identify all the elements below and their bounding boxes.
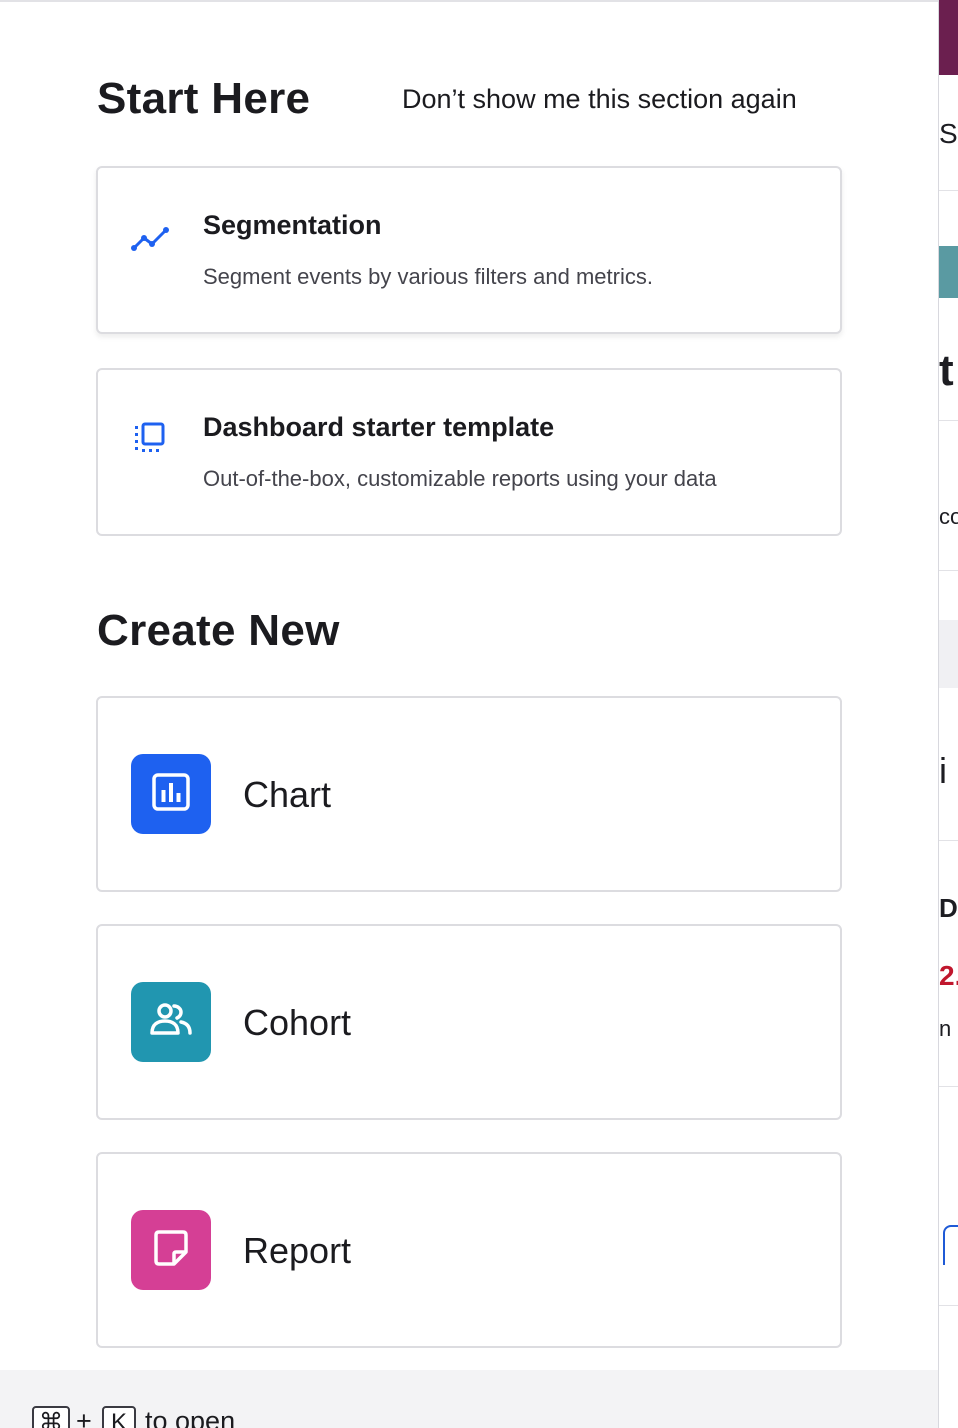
report-tile [131, 1210, 211, 1290]
note-icon [151, 1228, 191, 1273]
shortcut-footer: ⌘ + K to open [0, 1370, 938, 1428]
dashboard-template-title: Dashboard starter template [203, 412, 555, 442]
report-label: Report [243, 1230, 352, 1271]
background-teal-band [939, 246, 958, 298]
line-trend-icon [131, 220, 171, 260]
background-gray-band [939, 620, 958, 688]
background-divider [939, 1086, 958, 1087]
create-panel: Start Here Don’t show me this section ag… [0, 0, 938, 1428]
background-divider [939, 840, 958, 841]
background-app-sliver: S t co i DA 2. n [938, 0, 958, 1428]
background-text-fragment: n [939, 1016, 952, 1041]
background-text-fragment: S [939, 118, 958, 149]
background-text-fragment: co [939, 504, 958, 529]
dashboard-template-icon [131, 420, 171, 460]
dashboard-template-card[interactable]: Dashboard starter template Out-of-the-bo… [96, 368, 842, 536]
background-text-fragment: DA [939, 893, 958, 923]
plus-sign: + [76, 1406, 92, 1428]
shortcut-hint-text: to open [145, 1406, 236, 1428]
k-key: K [102, 1406, 136, 1428]
background-text-fragment: t [939, 346, 954, 395]
create-cohort-card[interactable]: Cohort [96, 924, 842, 1120]
background-divider [939, 570, 958, 571]
segmentation-description: Segment events by various filters and me… [203, 264, 653, 289]
dashboard-template-description: Out-of-the-box, customizable reports usi… [203, 466, 717, 491]
bar-chart-icon [151, 772, 191, 817]
start-here-heading: Start Here [97, 74, 311, 123]
background-divider [939, 190, 958, 191]
background-text-fragment: 2. [939, 960, 958, 991]
background-chart-line [943, 1225, 958, 1265]
background-text-fragment: i [939, 750, 947, 791]
cohort-tile [131, 982, 211, 1062]
dismiss-section-link[interactable]: Don’t show me this section again [402, 84, 797, 115]
create-report-card[interactable]: Report [96, 1152, 842, 1348]
background-divider [939, 420, 958, 421]
background-header-band [939, 0, 958, 75]
create-chart-card[interactable]: Chart [96, 696, 842, 892]
segmentation-card[interactable]: Segmentation Segment events by various f… [96, 166, 842, 334]
segmentation-title: Segmentation [203, 210, 382, 240]
users-icon [149, 1002, 193, 1043]
cohort-label: Cohort [243, 1002, 352, 1043]
chart-label: Chart [243, 774, 332, 815]
chart-tile [131, 754, 211, 834]
create-new-heading: Create New [97, 606, 340, 655]
command-key: ⌘ [32, 1406, 70, 1428]
background-divider [939, 1305, 958, 1306]
